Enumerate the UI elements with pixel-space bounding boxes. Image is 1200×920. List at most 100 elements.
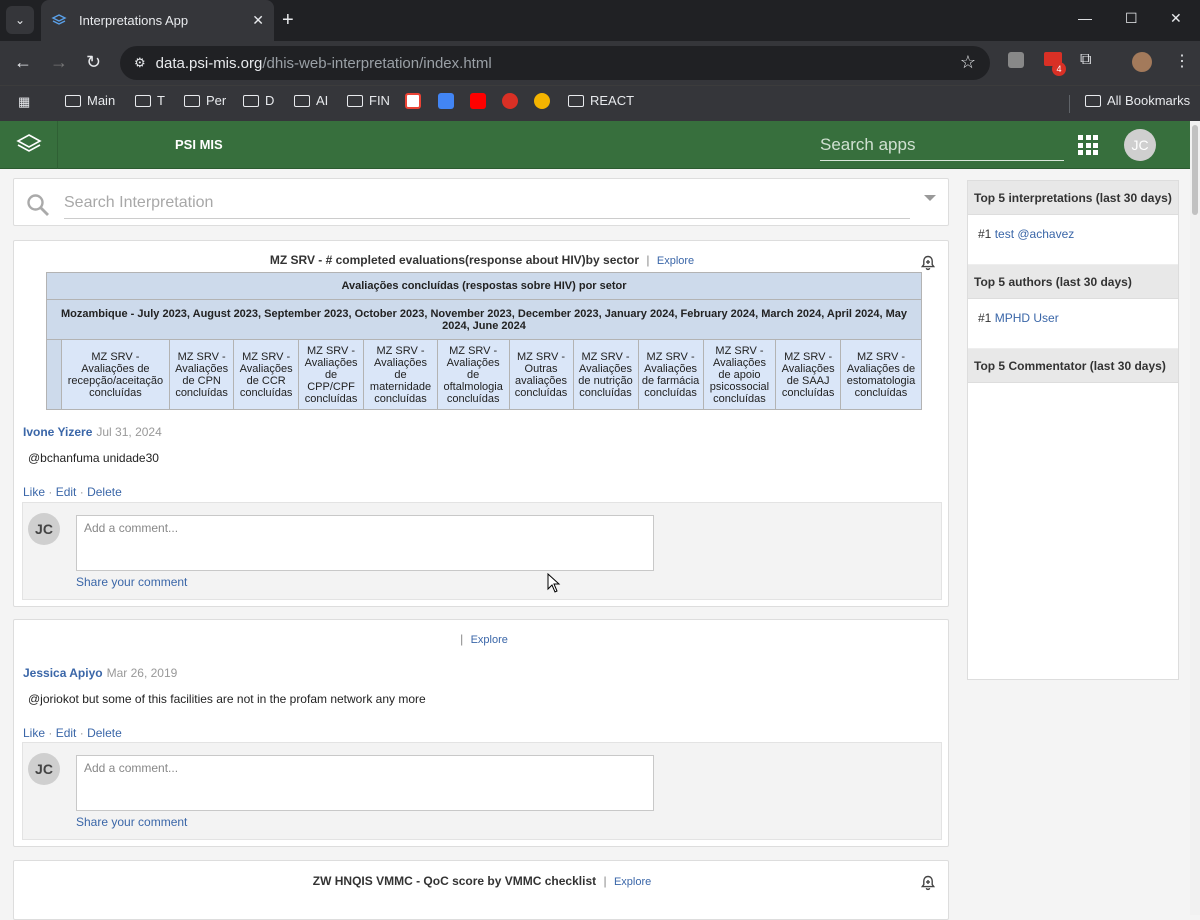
- comment-section: JC Share your comment: [22, 742, 942, 840]
- tab-close-icon[interactable]: ✕: [252, 12, 264, 29]
- tab-search-button[interactable]: ⌄: [6, 6, 34, 34]
- delete-link[interactable]: Delete: [87, 485, 122, 499]
- separator: |: [646, 253, 650, 267]
- search-apps-input[interactable]: [820, 129, 1064, 161]
- bookmarks-bar: ▦ Main T Per D AI FIN REACT All Bookmark…: [0, 85, 1200, 121]
- search-interpretation-input[interactable]: [64, 187, 910, 219]
- page-scrollbar[interactable]: [1190, 121, 1200, 915]
- comment-input[interactable]: [76, 515, 654, 571]
- comment-input[interactable]: [76, 755, 654, 811]
- table-subtitle: Mozambique - July 2023, August 2023, Sep…: [46, 299, 922, 340]
- apps-grid-icon[interactable]: ▦: [18, 94, 30, 110]
- interpretation-date: Jul 31, 2024: [96, 425, 162, 439]
- column-header: MZ SRV - Avaliações de SAAJ concluídas: [775, 339, 841, 410]
- delete-link[interactable]: Delete: [87, 726, 122, 740]
- app-favicon-icon: [51, 13, 67, 25]
- column-header: MZ SRV - Avaliações de CCR concluídas: [233, 339, 299, 410]
- c-site-icon[interactable]: [502, 93, 518, 109]
- favorite-name: MZ SRV - # completed evaluations(respons…: [269, 253, 640, 267]
- column-header: MZ SRV - Avaliações de maternidade concl…: [363, 339, 438, 410]
- dropdown-arrow-icon[interactable]: [924, 195, 936, 201]
- explore-link[interactable]: Explore: [614, 876, 651, 888]
- bookmark-t[interactable]: T: [135, 93, 165, 108]
- pivot-table: Avaliações concluídas (respostas sobre H…: [46, 272, 923, 410]
- youtube-icon[interactable]: [470, 93, 486, 109]
- author-name[interactable]: Jessica Apiyo: [23, 666, 103, 680]
- bookmark-star-icon[interactable]: ☆: [960, 52, 976, 73]
- maximize-icon[interactable]: ☐: [1125, 10, 1138, 27]
- corner-cell: [46, 339, 62, 410]
- tab-title: Interpretations App: [79, 13, 189, 28]
- reload-icon[interactable]: ↻: [86, 52, 101, 72]
- like-link[interactable]: Like: [23, 485, 45, 499]
- edit-link[interactable]: Edit: [56, 485, 77, 499]
- chrome-site-icon[interactable]: [534, 93, 550, 109]
- column-header: MZ SRV - Avaliações de nutrição concluíd…: [572, 339, 639, 410]
- puzzle-icon[interactable]: ⧉: [1080, 51, 1091, 69]
- top-author-link[interactable]: MPHD User: [995, 311, 1059, 325]
- rank-label: #1: [978, 311, 992, 325]
- top-interpretation-link[interactable]: test @achavez: [995, 227, 1075, 241]
- app-header: PSI MIS JC: [0, 121, 1190, 169]
- site-info-icon[interactable]: ⚙: [134, 55, 146, 71]
- subscribe-bell-icon[interactable]: [920, 255, 936, 271]
- top-interpretations-list: #1 test @achavez: [968, 215, 1178, 265]
- extension-icon[interactable]: [1008, 52, 1024, 68]
- bookmark-fin[interactable]: FIN: [347, 93, 390, 108]
- rank-label: #1: [978, 227, 992, 241]
- bookmark-per[interactable]: Per: [184, 93, 226, 108]
- bookmark-react[interactable]: REACT: [568, 93, 634, 108]
- folder-icon: [1085, 94, 1101, 107]
- url-host: data.psi-mis.org: [155, 54, 263, 72]
- scrollbar-thumb[interactable]: [1192, 125, 1198, 215]
- gmail-icon[interactable]: [405, 93, 421, 109]
- explore-link[interactable]: Explore: [657, 255, 694, 267]
- table-title: Avaliações concluídas (respostas sobre H…: [46, 272, 922, 300]
- column-header: MZ SRV - Outras avaliações concluídas: [508, 339, 574, 410]
- like-link[interactable]: Like: [23, 726, 45, 740]
- search-icon: [27, 194, 49, 216]
- explore-link[interactable]: Explore: [471, 634, 508, 646]
- share-comment-link[interactable]: Share your comment: [76, 575, 187, 589]
- top-authors-list: #1 MPHD User: [968, 299, 1178, 349]
- interpretation-search-bar: [13, 178, 949, 226]
- calendar-icon[interactable]: [438, 93, 454, 109]
- window-close-icon[interactable]: ✕: [1170, 10, 1182, 27]
- bookmark-d[interactable]: D: [243, 93, 274, 108]
- folder-icon: [568, 94, 584, 107]
- address-bar[interactable]: ⚙ data.psi-mis.org/dhis-web-interpretati…: [120, 46, 990, 80]
- bookmark-main[interactable]: Main: [65, 93, 115, 108]
- apps-menu-icon[interactable]: [1078, 135, 1098, 155]
- bookmarks-divider: [1069, 95, 1070, 113]
- interpretation-actions: Like · Edit · Delete: [23, 726, 122, 740]
- user-avatar[interactable]: JC: [1124, 129, 1156, 161]
- share-comment-link[interactable]: Share your comment: [76, 815, 187, 829]
- interpretation-author: Jessica Apiyo Mar 26, 2019: [23, 666, 177, 680]
- mouse-cursor-icon: [547, 573, 561, 593]
- author-name[interactable]: Ivone Yizere: [23, 425, 92, 439]
- column-header: MZ SRV - Avaliações de CPP/CPF concluída…: [297, 339, 365, 410]
- column-header: MZ SRV - Avaliações de recepção/aceitaçã…: [61, 339, 170, 410]
- minimize-icon[interactable]: —: [1078, 10, 1092, 26]
- browser-tab[interactable]: Interpretations App ✕: [41, 0, 274, 41]
- top-stats-sidebar: Top 5 interpretations (last 30 days) #1 …: [967, 180, 1179, 680]
- top-interpretations-title: Top 5 interpretations (last 30 days): [968, 181, 1178, 215]
- column-header: MZ SRV - Avaliações de farmácia concluíd…: [637, 339, 704, 410]
- back-icon[interactable]: ←: [14, 52, 32, 72]
- interpretation-author: Ivone Yizere Jul 31, 2024: [23, 425, 162, 439]
- subscribe-bell-icon[interactable]: [920, 875, 936, 891]
- interpretation-text: @bchanfuma unidade30: [28, 451, 159, 465]
- interpretation-text: @joriokot but some of this facilities ar…: [28, 692, 426, 706]
- interpretation-card: | Explore Jessica Apiyo Mar 26, 2019 @jor…: [13, 619, 949, 847]
- column-header: MZ SRV - Avaliações de oftalmologia conc…: [436, 339, 510, 410]
- menu-dots-icon[interactable]: ⋮: [1174, 51, 1190, 71]
- profile-avatar[interactable]: [1132, 52, 1152, 72]
- all-bookmarks[interactable]: All Bookmarks: [1085, 93, 1190, 108]
- edit-link[interactable]: Edit: [56, 726, 77, 740]
- extension-badge: 4: [1052, 62, 1066, 76]
- bookmark-ai[interactable]: AI: [294, 93, 328, 108]
- new-tab-button[interactable]: +: [282, 8, 294, 32]
- comment-avatar: JC: [28, 753, 60, 785]
- forward-icon[interactable]: →: [50, 52, 68, 72]
- dhis-logo[interactable]: [0, 121, 58, 169]
